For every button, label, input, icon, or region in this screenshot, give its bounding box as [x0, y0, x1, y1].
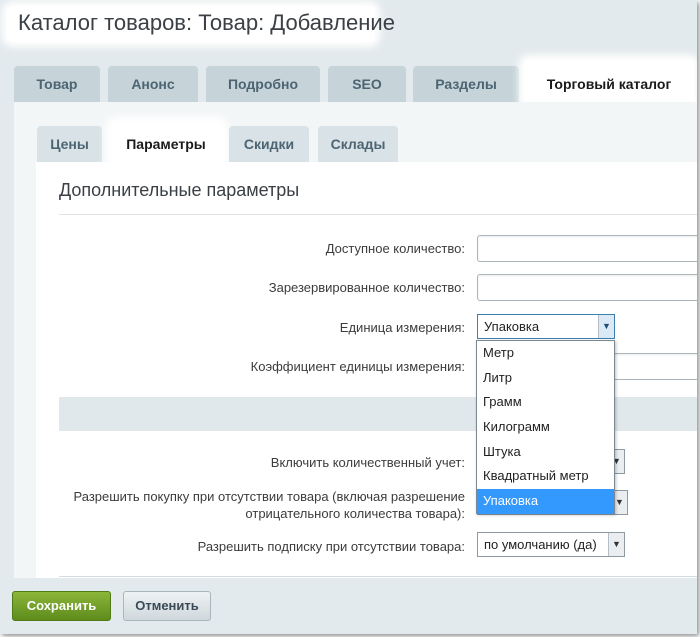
tab-product[interactable]: Товар: [14, 66, 100, 103]
chevron-down-icon[interactable]: ▼: [608, 533, 624, 556]
unit-ratio-label: Коэффициент единицы измерения:: [250, 359, 465, 374]
can-buy-zero-label: Разрешить покупку при отсутствии товара …: [73, 489, 466, 521]
unit-dropdown-list: Метр Литр Грамм Килограмм Штука Квадратн…: [476, 340, 615, 514]
section-title: Дополнительные параметры: [59, 180, 300, 200]
cancel-button[interactable]: Отменить: [123, 591, 211, 621]
chevron-down-icon[interactable]: ▼: [598, 315, 614, 338]
unit-select[interactable]: Упаковка ▼: [477, 314, 615, 339]
subscribe-label: Разрешить подписку при отсутствии товара…: [197, 539, 465, 554]
unit-option[interactable]: Грамм: [477, 390, 614, 415]
subscribe-select[interactable]: по умолчанию (да) ▼: [477, 532, 625, 557]
tab-sections[interactable]: Разделы: [413, 66, 519, 103]
available-qty-input[interactable]: [477, 235, 697, 262]
available-qty-label: Доступное количество:: [325, 241, 465, 256]
tab-discounts[interactable]: Скидки: [229, 126, 309, 162]
tab-parameters[interactable]: Параметры: [114, 126, 218, 162]
reserved-qty-label: Зарезервированное количество:: [268, 280, 465, 295]
save-button[interactable]: Сохранить: [12, 591, 111, 621]
unit-option-selected[interactable]: Упаковка: [477, 489, 614, 514]
unit-select-value: Упаковка: [484, 319, 540, 334]
divider: [59, 214, 697, 215]
unit-option[interactable]: Литр: [477, 366, 614, 391]
qty-trace-label: Включить количественный учет:: [270, 455, 465, 470]
unit-label: Единица измерения:: [339, 320, 465, 335]
reserved-qty-input[interactable]: [477, 274, 697, 301]
tab-preview[interactable]: Анонс: [108, 66, 198, 103]
unit-option[interactable]: Килограмм: [477, 415, 614, 440]
unit-option[interactable]: Штука: [477, 440, 614, 465]
tab-stores[interactable]: Склады: [318, 126, 398, 162]
subscribe-select-value: по умолчанию (да): [484, 537, 597, 552]
bottom-divider: [59, 576, 697, 577]
tab-trade-catalog[interactable]: Торговый каталог: [527, 66, 691, 103]
page-title: Каталог товаров: Товар: Добавление: [18, 10, 395, 35]
tab-prices[interactable]: Цены: [37, 126, 102, 162]
window: Каталог товаров: Товар: Добавление Товар…: [0, 0, 697, 634]
unit-option[interactable]: Метр: [477, 341, 614, 366]
unit-option[interactable]: Квадратный метр: [477, 464, 614, 489]
tab-seo[interactable]: SEO: [328, 66, 406, 103]
tab-detail[interactable]: Подробно: [206, 66, 320, 103]
